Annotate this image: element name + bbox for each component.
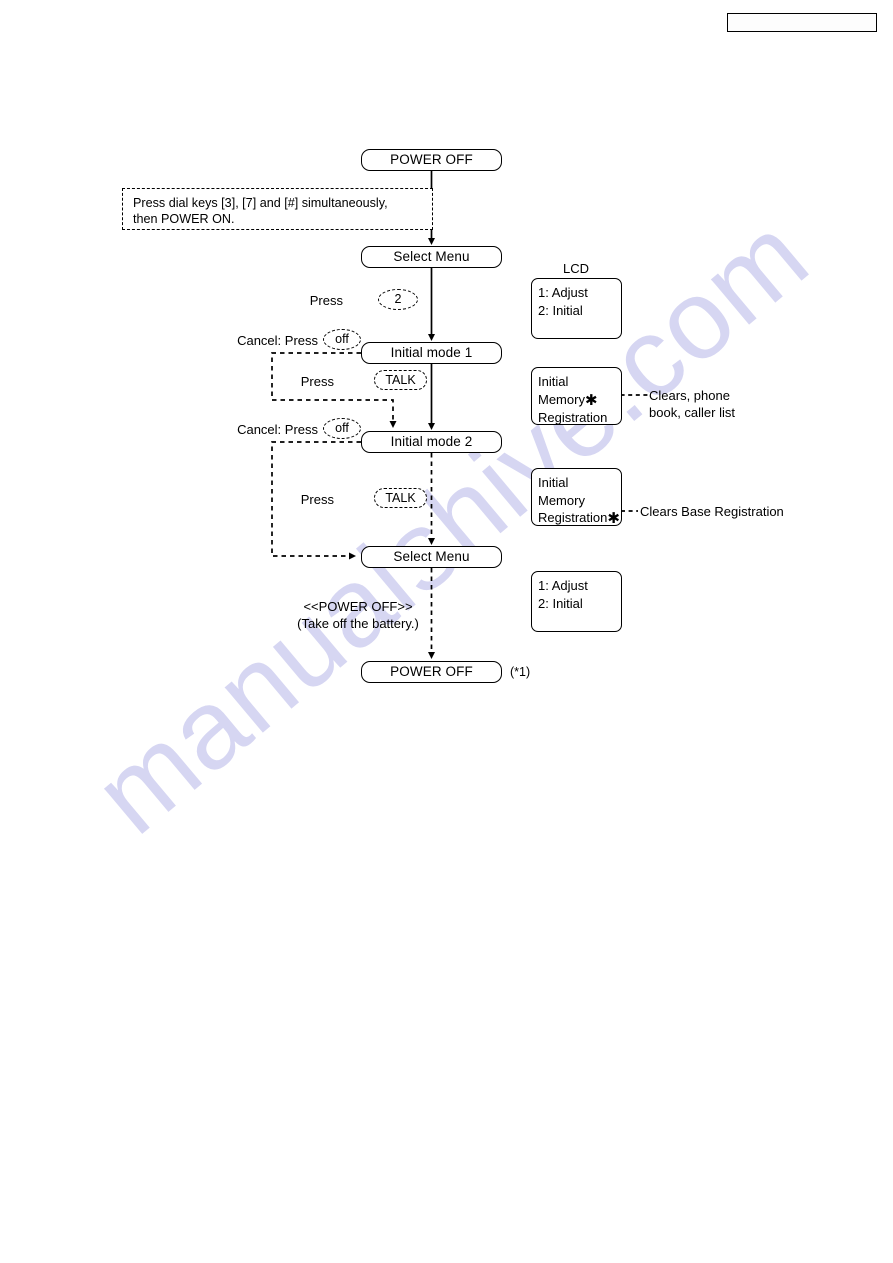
lcd-line: Registration <box>538 410 608 425</box>
power-off-note: <<POWER OFF>> (Take off the battery.) <box>283 598 433 632</box>
note-line-2: then POWER ON. <box>133 212 235 226</box>
key-chip-off-2[interactable]: off <box>323 418 361 439</box>
lcd-screen-initial-memory-registration-1: Initial Memory✱ Registration <box>531 367 622 425</box>
node-select-menu-2[interactable]: Select Menu <box>361 546 502 568</box>
watermark-text: manualshive.com <box>71 191 831 858</box>
lcd-line: Memory <box>538 492 585 508</box>
press-2-label: Press <box>309 293 343 308</box>
cancel-2-label: Cancel: Press <box>237 422 318 437</box>
lcd-callout-clears-base-registration: Clears Base Registration <box>640 504 784 519</box>
lcd-line-text: Memory <box>538 391 585 407</box>
key-chip-2[interactable]: 2 <box>378 289 418 310</box>
note-line-1: Press dial keys [3], [7] and [#] simulta… <box>133 196 388 210</box>
page-root: manualshive.com POWER OFF Press dial key… <box>0 0 893 1263</box>
key-chip-off-1[interactable]: off <box>323 329 361 350</box>
key-chip-talk-1[interactable]: TALK <box>374 370 427 390</box>
asterisk-icon: ✱ <box>607 510 620 527</box>
cancel-1-label: Cancel: Press <box>237 333 318 348</box>
note-power-on-instruction: Press dial keys [3], [7] and [#] simulta… <box>122 188 433 230</box>
node-select-menu-1[interactable]: Select Menu <box>361 246 502 268</box>
lcd-line: 2: Initial <box>538 302 583 318</box>
lcd-line-text: Registration <box>538 510 608 525</box>
lcd-screen-adjust-initial-1: 1: Adjust 2: Initial <box>531 278 622 339</box>
lcd-screen-adjust-initial-2: 1: Adjust 2: Initial <box>531 571 622 632</box>
node-power-off-top[interactable]: POWER OFF <box>361 149 502 171</box>
node-power-off-bottom[interactable]: POWER OFF <box>361 661 502 683</box>
lcd-line: 2: Initial <box>538 595 583 611</box>
header-box <box>727 13 877 32</box>
callout-line-2: book, caller list <box>649 405 735 420</box>
lcd-line-with-asterisk: Memory✱ <box>538 391 621 410</box>
press-talk-2-label: Press <box>300 492 334 507</box>
lcd-line: Initial <box>538 374 569 389</box>
lcd-line: 1: Adjust <box>538 578 588 593</box>
press-talk-1-label: Press <box>300 374 334 389</box>
lcd-line: 1: Adjust <box>538 285 588 300</box>
footnote-star-1: (*1) <box>510 665 531 679</box>
lcd-line: Initial <box>538 475 569 490</box>
lcd-screen-initial-memory-registration-2: Initial Memory Registration✱ <box>531 468 622 528</box>
node-initial-mode-2[interactable]: Initial mode 2 <box>361 431 502 453</box>
key-chip-talk-2[interactable]: TALK <box>374 488 427 508</box>
lcd-title: LCD <box>562 261 589 276</box>
lcd-line-with-asterisk: Registration✱ <box>538 509 621 528</box>
asterisk-icon: ✱ <box>584 391 598 409</box>
power-off-note-line-2: (Take off the battery.) <box>297 616 419 631</box>
node-initial-mode-1[interactable]: Initial mode 1 <box>361 342 502 364</box>
callout-line-1: Clears, phone <box>649 388 730 403</box>
lcd-callout-clears-phonebook: Clears, phone book, caller list <box>649 387 735 421</box>
power-off-note-line-1: <<POWER OFF>> <box>303 599 413 614</box>
